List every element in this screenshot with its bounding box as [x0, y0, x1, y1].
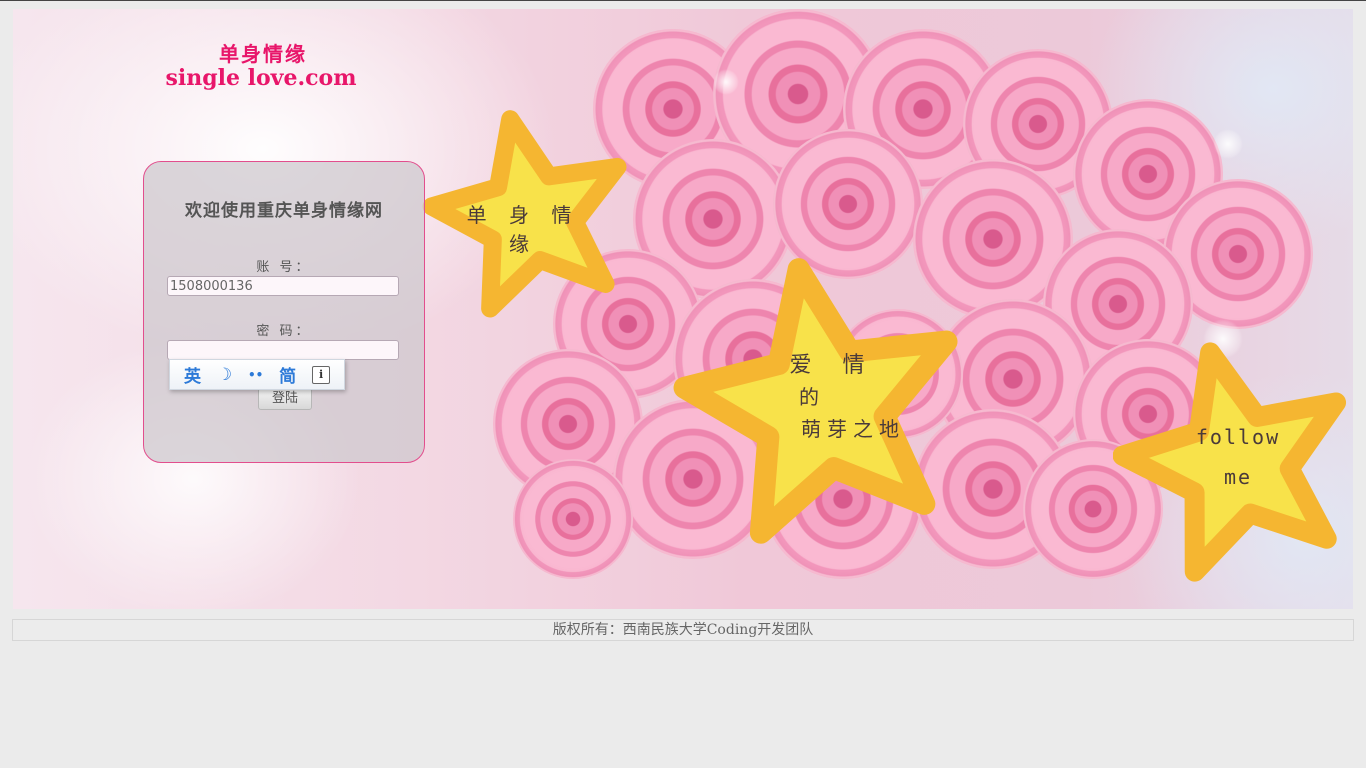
password-label: 密 码： [256, 324, 312, 339]
ime-info-icon[interactable]: i [312, 365, 331, 384]
top-border [0, 0, 1366, 1]
footer-copyright: 版权所有：西南民族大学Coding开发团队 [12, 619, 1354, 641]
password-input[interactable] [167, 340, 399, 360]
ime-toolbar: 英 ☽ •• 简 i [169, 359, 345, 390]
logo-chinese: 单身情缘 [219, 42, 307, 66]
account-input[interactable]: 1508000136 [167, 276, 399, 296]
ime-halfwidth-icon[interactable]: ☽ [217, 365, 232, 385]
login-panel: 欢迎使用重庆单身情缘网 账 号： 1508000136 密 码： 登陆 英 ☽ … [143, 161, 425, 463]
bokeh-light [1213, 129, 1243, 159]
star3-line2[interactable]: me [1208, 465, 1268, 489]
star2-line3: 萌芽之地 [801, 417, 905, 441]
star-badge-follow-me [1113, 342, 1347, 582]
account-label: 账 号： [256, 260, 312, 275]
bokeh-light [713, 69, 739, 95]
star2-line2: 的 [799, 385, 827, 409]
star1-text: 单 身 情 缘 [466, 203, 580, 256]
star2-line1: 爱 情 [789, 353, 877, 378]
ime-punctuation-icon[interactable]: •• [248, 368, 263, 382]
ime-simplified-toggle[interactable]: 简 [279, 362, 296, 387]
ime-english-toggle[interactable]: 英 [184, 362, 201, 387]
login-title: 欢迎使用重庆单身情缘网 [185, 201, 383, 221]
hero-banner: 单 身 情 缘 爱 情 的 萌芽之地 follow me 单身情缘 single… [13, 9, 1353, 609]
star3-line1[interactable]: follow [1183, 425, 1293, 449]
logo-english: single love.com [165, 65, 357, 91]
login-button[interactable]: 登陆 [258, 388, 312, 410]
